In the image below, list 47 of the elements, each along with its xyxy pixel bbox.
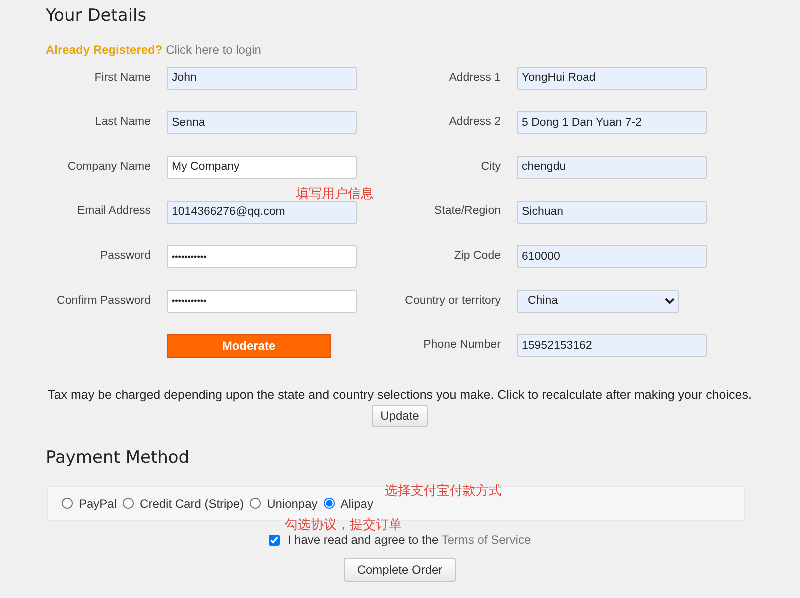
radio-button[interactable]: [250, 498, 262, 510]
checkbox[interactable]: [268, 534, 280, 546]
field-label: Confirm Password: [56, 294, 151, 309]
update-button[interactable]: Update: [372, 405, 428, 428]
tax-note: Tax may be charged depending upon the state and country selections you make. Click to recalculate after making your choices.: [47, 387, 753, 404]
field-label: State/Region: [434, 204, 501, 220]
password-field[interactable]: •••••••••••: [167, 290, 357, 313]
radio-label: Alipay: [340, 496, 374, 513]
section-heading: Payment Method: [46, 447, 191, 470]
annotation-text: 勾选协议，提交订单: [285, 517, 402, 533]
section-heading: Your Details: [46, 5, 148, 28]
annotation-text: 选择支付宝付款方式: [385, 483, 502, 499]
input-field[interactable]: 610000: [517, 245, 707, 268]
input-field[interactable]: John: [167, 66, 357, 90]
input-field[interactable]: chengdu: [517, 156, 707, 179]
terms-text: I have read and agree to the Terms of Service: [288, 532, 532, 550]
radio-label: Credit Card (Stripe): [140, 496, 244, 513]
input-field[interactable]: 1014366276@qq.com: [167, 200, 357, 224]
radio-button[interactable]: [123, 498, 134, 510]
field-label: Country or territory: [404, 294, 501, 309]
radio-button[interactable]: [324, 498, 335, 510]
field-label: Phone Number: [422, 338, 501, 354]
field-label: First Name: [94, 70, 151, 86]
field-label: Last Name: [94, 115, 151, 130]
terms-link[interactable]: Terms of Service: [442, 533, 532, 548]
field-label: Password: [100, 249, 151, 264]
login-prompt: Already Registered?: [46, 43, 163, 57]
password-field[interactable]: •••••••••••: [167, 245, 357, 268]
input-field[interactable]: Sichuan: [517, 200, 707, 224]
field-label: Company Name: [66, 160, 151, 175]
login-link[interactable]: Click here to login: [166, 43, 262, 57]
field-label: Address 2: [448, 115, 501, 130]
radio-label: PayPal: [79, 496, 118, 513]
input-field[interactable]: 5 Dong 1 Dan Yuan 7-2: [517, 111, 707, 134]
input-field[interactable]: 15952153162: [517, 334, 707, 358]
annotation-text: 填写用户信息: [296, 186, 374, 202]
input-field[interactable]: Senna: [167, 111, 357, 134]
field-label: Email Address: [76, 204, 151, 220]
field-label: City: [480, 160, 501, 175]
country-select[interactable]: China: [517, 290, 679, 313]
input-field[interactable]: YongHui Road: [517, 66, 707, 90]
radio-label: Unionpay: [267, 496, 318, 513]
field-label: Address 1: [448, 70, 501, 86]
input-field[interactable]: My Company: [167, 156, 357, 179]
field-label: Zip Code: [453, 249, 501, 264]
radio-button[interactable]: [62, 498, 73, 510]
complete-order-button[interactable]: Complete Order: [344, 558, 456, 582]
